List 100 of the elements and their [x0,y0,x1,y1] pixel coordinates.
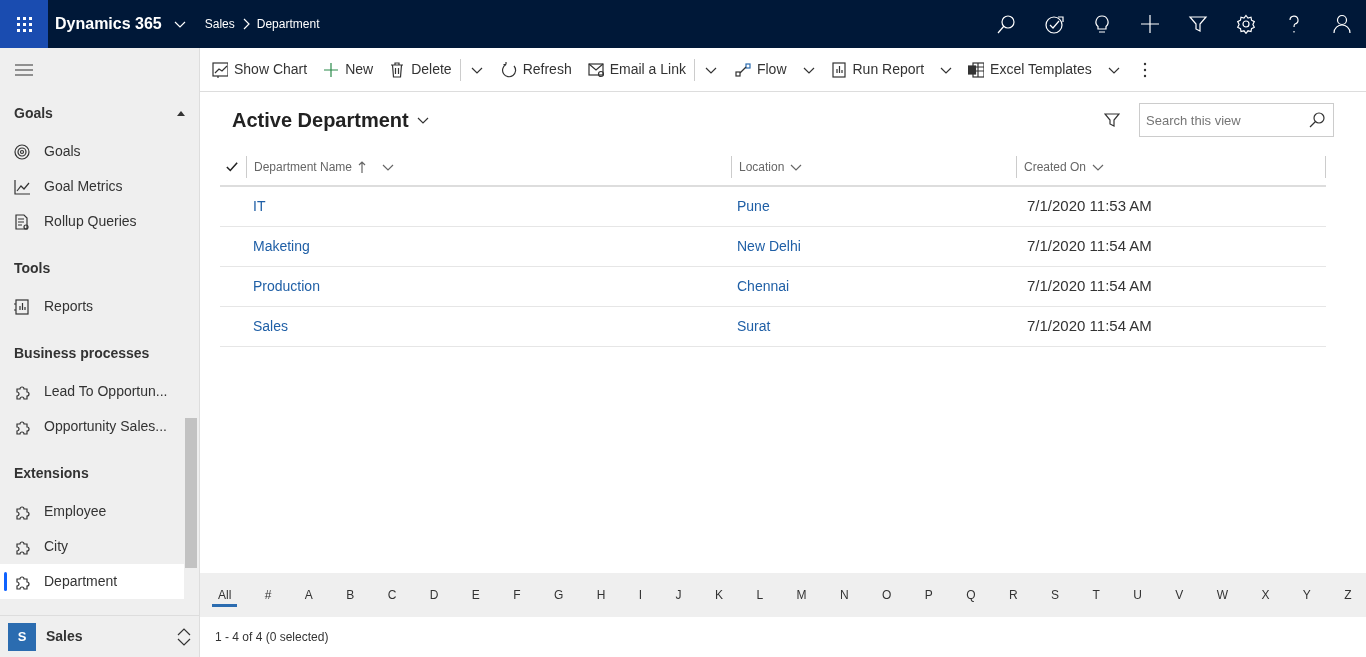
report-icon [14,298,30,315]
letter-filter[interactable]: P [918,584,939,606]
breadcrumb-link[interactable]: Sales [204,15,235,33]
letter-filter[interactable]: V [1169,584,1190,606]
nav-item[interactable]: Rollup Queries [0,204,184,239]
search-icon [996,14,1016,34]
breadcrumb-link[interactable]: Department [256,15,320,33]
command-button[interactable]: Email a Link [579,51,694,88]
command-button[interactable]: Flow [726,51,795,88]
letter-filter[interactable]: Y [1296,584,1317,606]
nav-item[interactable]: Goals [0,134,184,169]
letter-filter[interactable]: Q [960,584,982,606]
record-link[interactable]: Pune [737,198,770,214]
chevron-right-icon [241,18,250,30]
command-button[interactable]: Delete [381,51,460,88]
group-heading: Goals [14,103,53,123]
record-link[interactable]: Production [253,278,320,294]
chevron-down-icon [416,115,429,125]
plus-icon [1140,14,1160,34]
check-icon [226,160,238,173]
command-button[interactable]: Show Chart [204,51,316,88]
record-link[interactable]: Sales [253,318,289,334]
command-button[interactable]: Excel Templates [960,51,1100,88]
nav-item[interactable]: Reports [0,289,184,324]
letter-filter[interactable]: Z [1338,584,1358,606]
spreadsheet-icon [968,61,985,78]
puzzle-icon [14,538,30,555]
envelope-icon [587,61,604,78]
document-icon [14,213,30,230]
filter-icon [1104,112,1120,128]
chart-icon [212,61,228,78]
letter-filter[interactable]: I [632,584,649,606]
record-count: 1 - 4 of 4 (0 selected) [214,629,330,646]
group-heading: Business processes [14,343,150,363]
record-link[interactable]: New Delhi [737,238,801,254]
letter-filter[interactable]: B [340,584,361,606]
letter-filter[interactable]: T [1086,584,1106,606]
search-field[interactable]: Search this view [1139,103,1334,137]
record-link[interactable]: Chennai [737,278,790,294]
letter-filter[interactable]: K [709,584,729,606]
view-selector[interactable]: Active Department [232,105,429,135]
command-button[interactable]: Run Report [822,51,933,88]
puzzle-icon [14,418,30,435]
record-link[interactable]: IT [253,198,266,214]
scrollbar-thumb[interactable] [185,418,197,568]
plus-icon [323,61,340,78]
chevron-down-icon [173,19,186,29]
letter-filter[interactable]: F [507,584,527,606]
command-button[interactable]: Refresh [492,51,580,88]
record-link[interactable]: Surat [737,318,771,334]
lightbulb-icon [1092,14,1112,34]
group-heading: Tools [14,258,51,278]
column-header[interactable]: Location [732,157,810,176]
nav-item[interactable]: Department [0,564,184,599]
nav-item[interactable]: Employee [0,494,184,529]
letter-filter[interactable]: X [1255,584,1276,606]
up-down-chevron-icon [177,627,191,646]
letter-filter[interactable]: E [465,584,486,606]
letter-filter[interactable]: A [298,584,319,606]
command-button[interactable]: New [315,51,382,88]
settings-icon [1236,14,1256,34]
letter-filter[interactable]: J [669,584,688,606]
nav-item[interactable]: Lead To Opportun... [0,374,184,409]
area-avatar: S [8,622,36,651]
nav-item[interactable]: City [0,529,184,564]
column-header[interactable]: Created On [1017,157,1112,176]
area-switcher[interactable]: S Sales [0,615,199,657]
letter-filter[interactable]: H [590,584,612,606]
app-launcher-button[interactable] [0,0,48,48]
target-check-icon [1044,14,1064,34]
letter-filter[interactable]: U [1127,584,1148,606]
app-title: Dynamics 365 [55,14,162,34]
nav-item[interactable]: Goal Metrics [0,169,184,204]
table-cell: 7/1/2020 11:54 AM [1027,237,1152,255]
report-icon [830,61,847,78]
group-heading: Extensions [14,463,89,483]
letter-filter[interactable]: N [833,584,855,606]
letter-filter[interactable]: L [750,584,770,606]
person-icon [1332,14,1352,34]
table-cell: 7/1/2020 11:54 AM [1027,317,1152,335]
letter-filter[interactable]: R [1002,584,1024,606]
nav-item[interactable]: Opportunity Sales... [0,409,184,444]
letter-filter[interactable]: W [1210,584,1234,606]
letter-filter[interactable]: All [212,583,238,607]
record-link[interactable]: Maketing [253,238,310,254]
puzzle-icon [14,573,30,590]
letter-filter[interactable]: M [790,584,813,606]
column-header[interactable]: Department Name [247,157,402,176]
line-chart-icon [14,178,30,195]
letter-filter[interactable]: G [548,584,570,606]
letter-filter[interactable]: C [381,584,403,606]
letter-filter[interactable]: O [876,584,898,606]
target-icon [14,143,30,160]
letter-filter[interactable]: S [1045,584,1065,606]
letter-filter[interactable]: D [423,584,445,606]
filter-icon [1188,14,1208,34]
table-cell: 7/1/2020 11:54 AM [1027,277,1152,295]
puzzle-icon [14,383,30,400]
grid-icon [16,16,32,32]
letter-filter[interactable]: # [258,584,278,606]
